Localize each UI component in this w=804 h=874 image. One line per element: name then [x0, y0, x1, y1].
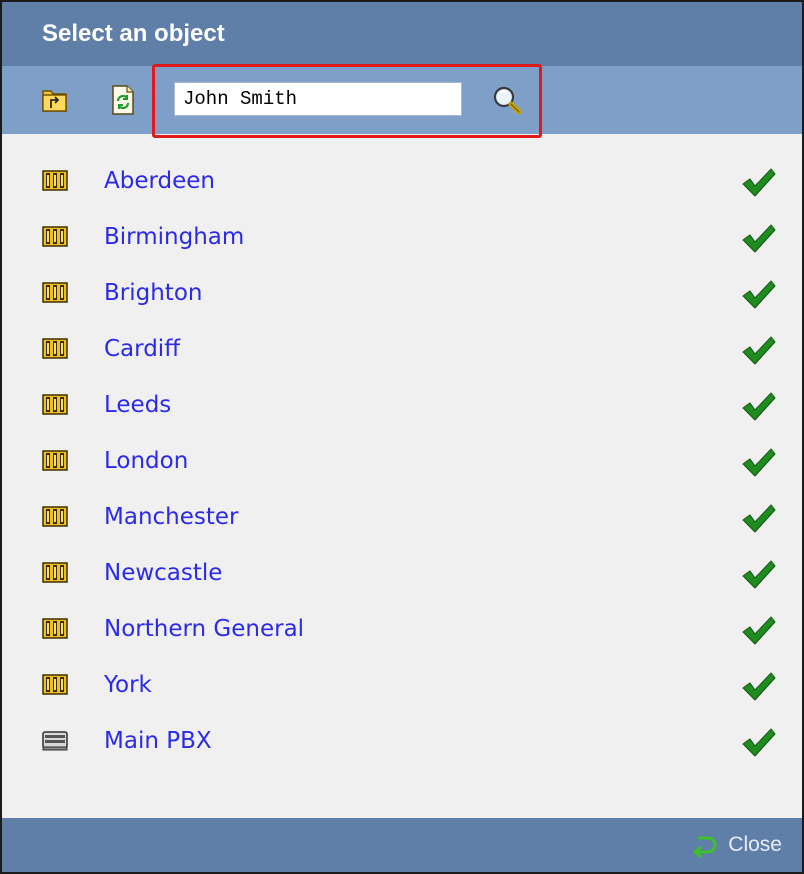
check-icon	[740, 334, 776, 366]
list-item[interactable]: Manchester	[2, 490, 802, 546]
check-icon	[740, 446, 776, 478]
site-icon	[42, 392, 68, 416]
select-object-dialog: Select an object John Smith Aberdeen Bir…	[0, 0, 804, 874]
list-item[interactable]: York	[2, 658, 802, 714]
list-item-label[interactable]: Birmingham	[104, 224, 244, 250]
site-icon	[42, 448, 68, 472]
site-icon	[42, 616, 68, 640]
list-item-label[interactable]: Main PBX	[104, 728, 212, 754]
check-icon	[740, 502, 776, 534]
dialog-titlebar: Select an object	[2, 2, 802, 66]
check-icon	[740, 278, 776, 310]
list-item-label[interactable]: Northern General	[104, 616, 304, 642]
list-item[interactable]: Main PBX	[2, 714, 802, 770]
list-item[interactable]: Leeds	[2, 378, 802, 434]
site-icon	[42, 560, 68, 584]
check-icon	[740, 558, 776, 590]
site-icon	[42, 672, 68, 696]
list-item-label[interactable]: Newcastle	[104, 560, 222, 586]
site-icon	[42, 168, 68, 192]
site-icon	[42, 224, 68, 248]
list-item[interactable]: Brighton	[2, 266, 802, 322]
list-item[interactable]: Cardiff	[2, 322, 802, 378]
list-item[interactable]: Birmingham	[2, 210, 802, 266]
site-icon	[42, 336, 68, 360]
check-icon	[740, 222, 776, 254]
search-input[interactable]	[174, 82, 462, 116]
site-icon	[42, 280, 68, 304]
dialog-footer: Close	[2, 818, 802, 872]
dialog-toolbar	[2, 64, 802, 138]
folder-up-icon[interactable]	[42, 85, 68, 113]
list-item-label[interactable]: Cardiff	[104, 336, 180, 362]
list-item[interactable]: London	[2, 434, 802, 490]
check-icon	[740, 726, 776, 758]
object-list: Aberdeen Birmingham Brighton Cardiff Lee…	[2, 134, 802, 818]
list-item-label[interactable]: London	[104, 448, 188, 474]
dialog-title: Select an object	[42, 20, 225, 47]
close-button[interactable]: Close	[692, 831, 782, 859]
list-item-label[interactable]: Aberdeen	[104, 168, 215, 194]
list-item-label[interactable]: Leeds	[104, 392, 171, 418]
close-label: Close	[728, 833, 782, 856]
site-icon	[42, 504, 68, 528]
list-item[interactable]: Newcastle	[2, 546, 802, 602]
list-item-label[interactable]: Manchester	[104, 504, 239, 530]
list-item[interactable]: Aberdeen	[2, 154, 802, 210]
check-icon	[740, 390, 776, 422]
pbx-icon	[42, 728, 68, 752]
list-item-label[interactable]: York	[104, 672, 152, 698]
list-item[interactable]: Northern General	[2, 602, 802, 658]
check-icon	[740, 166, 776, 198]
refresh-icon[interactable]	[110, 85, 136, 115]
check-icon	[740, 614, 776, 646]
magnifier-icon[interactable]	[490, 84, 524, 118]
check-icon	[740, 670, 776, 702]
list-item-label[interactable]: Brighton	[104, 280, 202, 306]
return-arrow-icon	[692, 832, 718, 859]
